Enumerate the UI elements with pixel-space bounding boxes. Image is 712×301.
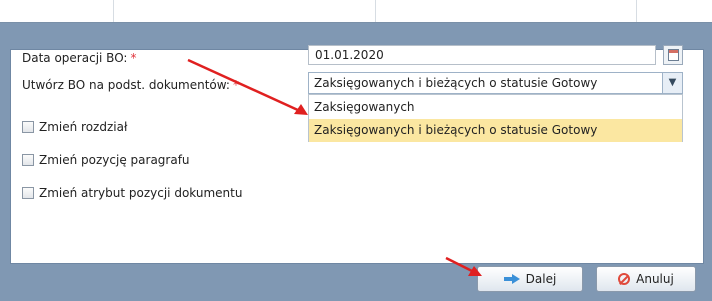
calendar-icon[interactable] [663, 45, 683, 65]
grid-divider [113, 0, 114, 22]
checkbox-row[interactable]: Zmień pozycję paragrafu [22, 152, 190, 168]
checkbox[interactable] [22, 153, 34, 166]
cancel-icon [618, 273, 631, 285]
source-label-text: Utwórz BO na podst. dokumentów: [22, 78, 230, 92]
checkbox-label: Zmień pozycję paragrafu [39, 152, 190, 167]
checkbox-label: Zmień atrybut pozycji dokumentu [39, 185, 243, 200]
source-label: Utwórz BO na podst. dokumentów: * [22, 78, 239, 92]
date-label: Data operacji BO: * [22, 51, 136, 65]
checkbox-row[interactable]: Zmień atrybut pozycji dokumentu [22, 185, 242, 201]
arrow-right-icon [503, 274, 520, 284]
date-label-text: Data operacji BO: [22, 51, 128, 65]
select-value: Zaksięgowanych i bieżących o statusie Go… [314, 76, 598, 90]
cancel-button[interactable]: Anuluj [596, 266, 696, 292]
checkbox[interactable] [22, 186, 34, 199]
dropdown-option[interactable]: Zaksięgowanych [309, 96, 682, 119]
dropdown-list: Zaksięgowanych Zaksięgowanych i bieżącyc… [308, 94, 683, 142]
grid-divider [636, 0, 637, 22]
grid-divider [375, 0, 376, 22]
cancel-button-label: Anuluj [636, 272, 674, 286]
chevron-down-icon[interactable]: ▼ [662, 73, 682, 93]
checkbox[interactable] [22, 120, 34, 133]
required-mark: * [130, 51, 137, 65]
background-grid [0, 0, 712, 22]
next-button[interactable]: Dalej [477, 266, 583, 292]
required-mark: * [232, 78, 239, 92]
next-button-label: Dalej [525, 272, 557, 286]
checkbox-row[interactable]: Zmień rozdział [22, 119, 127, 135]
document-source-select[interactable]: Zaksięgowanych i bieżących o statusie Go… [308, 72, 683, 94]
date-field[interactable]: 01.01.2020 [308, 45, 656, 65]
checkbox-label: Zmień rozdział [39, 119, 128, 134]
dropdown-option-selected[interactable]: Zaksięgowanych i bieżących o statusie Go… [309, 119, 682, 142]
